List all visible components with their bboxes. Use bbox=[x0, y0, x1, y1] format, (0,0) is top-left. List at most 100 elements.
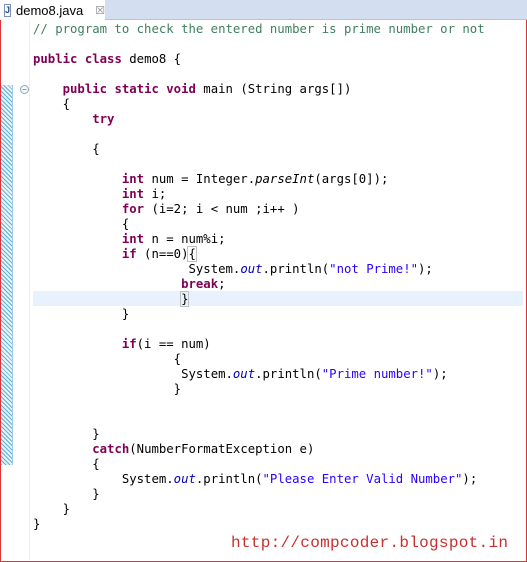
code-line[interactable]: public class demo8 { bbox=[33, 52, 485, 67]
editor-tab-bar: J demo8.java ☒ bbox=[0, 0, 527, 20]
code-editor[interactable]: // program to check the entered number i… bbox=[33, 22, 485, 532]
code-token: out bbox=[232, 367, 256, 381]
close-icon[interactable]: ☒ bbox=[95, 4, 105, 17]
code-line[interactable]: try bbox=[33, 112, 485, 127]
code-token: "Please Enter Valid Number" bbox=[262, 472, 463, 486]
code-token: int bbox=[121, 172, 145, 186]
code-token: try bbox=[92, 112, 115, 126]
code-line[interactable] bbox=[33, 397, 485, 412]
code-line[interactable]: if (n==0){ bbox=[33, 246, 485, 262]
code-line[interactable]: } bbox=[33, 487, 485, 502]
code-token: .println( bbox=[195, 472, 263, 486]
code-line[interactable] bbox=[33, 412, 485, 427]
code-token: ); bbox=[432, 367, 448, 381]
code-line[interactable] bbox=[33, 322, 485, 337]
code-token: { bbox=[121, 217, 130, 231]
code-token: int bbox=[121, 232, 145, 246]
code-token: int bbox=[121, 187, 145, 201]
code-line[interactable]: } bbox=[33, 517, 485, 532]
java-file-icon: J bbox=[4, 3, 12, 17]
code-line[interactable] bbox=[33, 37, 485, 52]
code-token: .println( bbox=[255, 367, 322, 381]
code-line[interactable]: int num = Integer.parseInt(args[0]); bbox=[33, 172, 485, 187]
code-line[interactable]: } bbox=[33, 427, 485, 442]
code-token: (NumberFormatException e) bbox=[129, 442, 315, 456]
code-line[interactable]: break; bbox=[33, 277, 485, 292]
code-line[interactable]: System.out.println("Please Enter Valid N… bbox=[33, 472, 485, 487]
code-token: break bbox=[181, 277, 219, 291]
code-line[interactable]: { bbox=[33, 97, 485, 112]
code-token: } bbox=[62, 502, 71, 516]
code-line[interactable] bbox=[33, 157, 485, 172]
code-line[interactable]: } bbox=[33, 307, 485, 322]
collapse-icon[interactable]: − bbox=[20, 85, 29, 94]
code-line[interactable]: int n = num%i; bbox=[33, 232, 485, 247]
code-token: void bbox=[166, 82, 196, 96]
code-line[interactable]: } bbox=[33, 291, 485, 307]
tab-demo8-java[interactable]: J demo8.java ☒ bbox=[0, 0, 105, 20]
code-token: public bbox=[33, 52, 78, 66]
code-line[interactable] bbox=[33, 67, 485, 82]
code-line[interactable]: } bbox=[33, 502, 485, 517]
code-line[interactable]: { bbox=[33, 457, 485, 472]
code-line[interactable]: System.out.println("Prime number!"); bbox=[33, 367, 485, 382]
code-token: "not Prime!" bbox=[329, 262, 419, 276]
code-token: catch bbox=[92, 442, 130, 456]
code-line[interactable]: int i; bbox=[33, 187, 485, 202]
watermark-url: http://compcoder.blogspot.in bbox=[231, 534, 509, 552]
code-token: } bbox=[92, 487, 100, 501]
text-caret bbox=[188, 293, 190, 306]
code-token: out bbox=[240, 262, 263, 276]
code-line[interactable]: System.out.println("not Prime!"); bbox=[33, 262, 485, 277]
code-token: static bbox=[114, 82, 159, 96]
code-line[interactable]: { bbox=[33, 142, 485, 157]
code-token: (args[0]); bbox=[314, 172, 389, 186]
code-token: } bbox=[173, 382, 182, 396]
code-token: } bbox=[121, 307, 130, 321]
gutter-divider bbox=[29, 20, 30, 560]
code-token: (n==0) bbox=[136, 247, 189, 261]
code-token: System. bbox=[188, 262, 241, 276]
code-token: } bbox=[33, 517, 41, 531]
code-token: System. bbox=[181, 367, 233, 381]
code-token: public bbox=[62, 82, 108, 96]
code-token: (i=2; i < num ;i++ ) bbox=[144, 202, 300, 216]
code-line[interactable]: } bbox=[33, 382, 485, 397]
code-line[interactable]: { bbox=[33, 352, 485, 367]
code-token: { bbox=[92, 142, 100, 156]
code-line[interactable]: // program to check the entered number i… bbox=[33, 22, 485, 37]
code-token: // program to check the entered number i… bbox=[33, 22, 485, 36]
code-token: { bbox=[187, 246, 197, 262]
code-line[interactable] bbox=[33, 127, 485, 142]
code-token: main (String args[]) bbox=[195, 82, 352, 96]
code-line[interactable]: public static void main (String args[]) bbox=[33, 82, 485, 97]
code-token: if bbox=[121, 337, 137, 351]
code-token: out bbox=[173, 472, 196, 486]
code-line[interactable]: if(i == num) bbox=[33, 337, 485, 352]
code-line[interactable]: { bbox=[33, 217, 485, 232]
tab-label: demo8.java bbox=[16, 2, 84, 18]
code-line[interactable]: catch(NumberFormatException e) bbox=[33, 442, 485, 457]
change-ruler bbox=[1, 85, 13, 465]
code-token: class bbox=[84, 52, 122, 66]
code-token: } bbox=[180, 291, 190, 307]
code-token: System. bbox=[121, 472, 174, 486]
code-line[interactable]: for (i=2; i < num ;i++ ) bbox=[33, 202, 485, 217]
